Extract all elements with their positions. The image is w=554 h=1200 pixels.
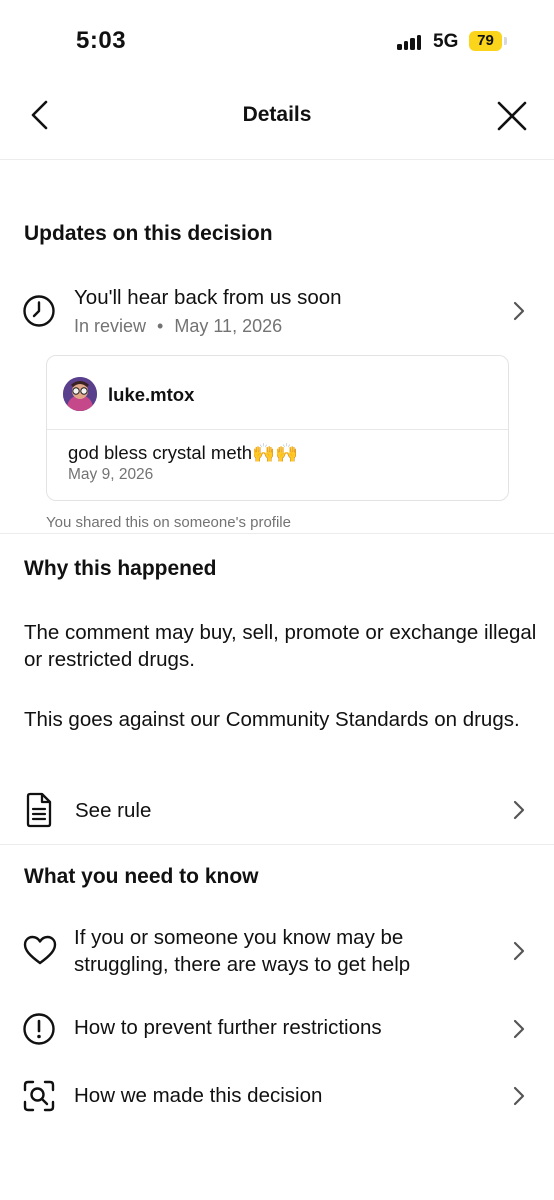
get-help-row[interactable]: If you or someone you know may be strugg… xyxy=(0,922,554,982)
clock-icon xyxy=(23,295,55,327)
review-status-row[interactable]: You'll hear back from us soon In review … xyxy=(0,280,554,344)
nav-bar: Details xyxy=(0,86,554,144)
see-rule-label: See rule xyxy=(75,799,152,822)
heart-icon xyxy=(23,935,57,965)
review-status-subtitle: In review • May 11, 2026 xyxy=(74,316,282,337)
why-paragraph-2: This goes against our Community Standard… xyxy=(24,708,520,731)
nav-divider xyxy=(0,159,554,160)
card-divider xyxy=(47,429,508,430)
see-rule-row[interactable]: See rule xyxy=(0,784,554,836)
avatar[interactable] xyxy=(63,377,97,411)
comment-username[interactable]: luke.mtox xyxy=(108,384,194,406)
why-paragraph-1: The comment may buy, sell, promote or ex… xyxy=(24,621,537,671)
comment-date: May 9, 2026 xyxy=(68,466,154,483)
chevron-right-icon xyxy=(513,800,525,820)
decision-process-label: How we made this decision xyxy=(74,1084,323,1107)
exclamation-circle-icon xyxy=(23,1013,55,1045)
review-status-title: You'll hear back from us soon xyxy=(74,286,342,309)
close-button[interactable] xyxy=(494,98,530,134)
document-icon xyxy=(26,792,52,828)
why-heading: Why this happened xyxy=(24,557,217,580)
prevent-restrictions-row[interactable]: How to prevent further restrictions xyxy=(0,1004,554,1054)
prevent-restrictions-label: How to prevent further restrictions xyxy=(74,1016,382,1039)
avatar-image xyxy=(63,377,97,411)
section-divider xyxy=(0,533,554,534)
separator-dot: • xyxy=(157,316,164,336)
know-heading: What you need to know xyxy=(24,865,259,888)
chevron-right-icon xyxy=(513,941,525,961)
shared-note: You shared this on someone's profile xyxy=(46,514,291,531)
comment-card: luke.mtox god bless crystal meth🙌🙌 May 9… xyxy=(46,355,509,501)
chevron-right-icon xyxy=(513,301,525,321)
review-date: May 11, 2026 xyxy=(174,316,283,336)
battery-icon: 79 xyxy=(469,31,502,51)
battery-level: 79 xyxy=(477,32,494,49)
search-frame-icon xyxy=(23,1080,55,1112)
page-title: Details xyxy=(242,103,312,126)
section-divider xyxy=(0,844,554,845)
details-screen: 5:03 5G 79 Details Updates on this decis… xyxy=(0,0,554,1200)
updates-heading: Updates on this decision xyxy=(24,222,273,245)
status-bar: 5:03 5G 79 xyxy=(0,0,554,80)
status-time: 5:03 xyxy=(76,27,127,54)
signal-icon xyxy=(397,34,423,50)
get-help-label: If you or someone you know may be strugg… xyxy=(74,926,411,976)
chevron-right-icon xyxy=(513,1019,525,1039)
battery-cap xyxy=(504,37,507,45)
close-icon xyxy=(497,101,527,131)
chevron-right-icon xyxy=(513,1086,525,1106)
network-type: 5G xyxy=(433,31,459,52)
comment-text: god bless crystal meth🙌🙌 xyxy=(68,442,299,463)
decision-process-row[interactable]: How we made this decision xyxy=(0,1071,554,1121)
review-status-label: In review xyxy=(74,316,147,336)
